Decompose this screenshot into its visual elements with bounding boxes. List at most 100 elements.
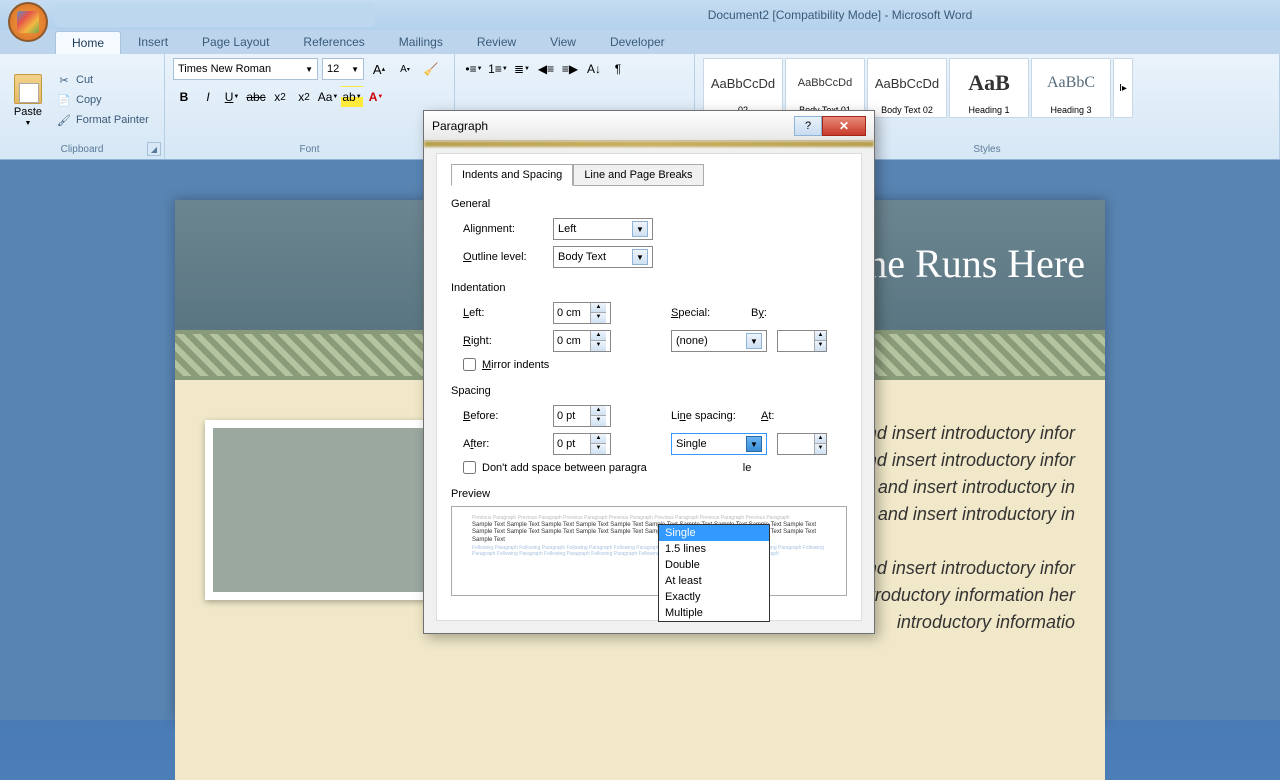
dialog-close-button[interactable]: ✕ [822,116,866,136]
spin-up-icon[interactable]: ▲ [590,331,606,341]
section-indentation: Indentation Left: ▲▼ Special: By: Right:… [451,282,847,371]
italic-button[interactable]: I [197,86,219,108]
underline-button[interactable]: U▼ [221,86,243,108]
special-combo[interactable]: (none)▼ [671,330,767,352]
spin-down-icon[interactable]: ▼ [590,313,606,323]
dropdown-option[interactable]: Double [659,557,769,573]
dropdown-option[interactable]: 1.5 lines [659,541,769,557]
dropdown-option[interactable]: At least [659,573,769,589]
subscript-button[interactable]: x2 [269,86,291,108]
copy-button[interactable]: 📄Copy [52,91,153,109]
bullets-button[interactable]: •≡▼ [463,58,485,80]
tab-indents-spacing[interactable]: Indents and Spacing [451,164,573,186]
font-color-button[interactable]: A▼ [365,86,387,108]
style-item-more[interactable]: I▸ [1113,58,1133,118]
before-value[interactable] [554,410,590,422]
increase-indent-button[interactable]: ≡▶ [559,58,581,80]
right-indent-value[interactable] [554,335,590,347]
cut-label: Cut [76,74,93,86]
tab-home[interactable]: Home [55,31,121,54]
at-spinner[interactable]: ▲▼ [777,433,827,455]
mirror-indents-check[interactable]: Mirror indents [451,358,847,371]
paste-button[interactable]: Paste ▼ [8,72,48,129]
font-name-value: Times New Roman [178,63,271,75]
clear-format-button[interactable]: 🧹 [420,58,442,80]
preview-box: Previous Paragraph Previous Paragraph Pr… [451,506,847,596]
format-painter-button[interactable]: 🖌Format Painter [52,111,153,129]
group-font: Times New Roman▼ 12▼ A▴ A▾ 🧹 B I U▼ abc … [165,54,455,159]
decrease-indent-button[interactable]: ◀≡ [535,58,557,80]
spin-up-icon[interactable]: ▲ [814,331,826,341]
tab-page-layout[interactable]: Page Layout [185,30,286,54]
grow-font-button[interactable]: A▴ [368,58,390,80]
spin-down-icon[interactable]: ▼ [590,416,606,426]
left-photo-placeholder [205,420,455,600]
left-indent-spinner[interactable]: ▲▼ [553,302,611,324]
style-item[interactable]: AaBHeading 1 [949,58,1029,118]
tab-references[interactable]: References [286,30,381,54]
paste-icon [14,74,42,104]
by-value[interactable] [778,335,814,347]
office-button[interactable] [8,2,48,42]
clipboard-dialog-launcher[interactable]: ◢ [147,142,161,156]
at-value[interactable] [778,438,814,450]
tab-view[interactable]: View [533,30,593,54]
after-spinner[interactable]: ▲▼ [553,433,611,455]
numbering-button[interactable]: 1≡▼ [487,58,509,80]
font-size-combo[interactable]: 12▼ [322,58,364,80]
spin-up-icon[interactable]: ▲ [590,434,606,444]
alignment-combo[interactable]: Left▼ [553,218,653,240]
spin-up-icon[interactable]: ▲ [590,406,606,416]
tab-review[interactable]: Review [460,30,533,54]
line-spacing-combo[interactable]: Single▼ [671,433,767,455]
dialog-help-button[interactable]: ? [794,116,822,136]
dropdown-option[interactable]: Single [659,525,769,541]
dropdown-option[interactable]: Exactly [659,589,769,605]
change-case-button[interactable]: Aa▼ [317,86,339,108]
section-spacing: Spacing Before: ▲▼ Line spacing: At: Aft… [451,385,847,474]
before-label: Before: [463,410,543,422]
multilevel-button[interactable]: ≣▼ [511,58,533,80]
tab-mailings[interactable]: Mailings [382,30,460,54]
outline-combo[interactable]: Body Text▼ [553,246,653,268]
spin-down-icon[interactable]: ▼ [590,341,606,351]
tab-developer[interactable]: Developer [593,30,682,54]
ribbon-tabs: Home Insert Page Layout References Maili… [0,30,1280,54]
dont-add-checkbox[interactable] [463,461,476,474]
cut-button[interactable]: ✂Cut [52,71,153,89]
spin-down-icon[interactable]: ▼ [814,444,826,454]
show-marks-button[interactable]: ¶ [607,58,629,80]
shrink-font-button[interactable]: A▾ [394,58,416,80]
spin-up-icon[interactable]: ▲ [590,303,606,313]
dialog-titlebar[interactable]: Paragraph ? ✕ [424,111,874,141]
bold-button[interactable]: B [173,86,195,108]
superscript-button[interactable]: x2 [293,86,315,108]
after-value[interactable] [554,438,590,450]
by-spinner[interactable]: ▲▼ [777,330,827,352]
left-indent-value[interactable] [554,307,590,319]
chevron-down-icon: ▼ [632,249,648,265]
line-spacing-dropdown[interactable]: Single 1.5 lines Double At least Exactly… [658,524,770,622]
tab-line-breaks[interactable]: Line and Page Breaks [573,164,703,186]
style-item[interactable]: AaBbCcDdBody Text 02 [867,58,947,118]
style-item[interactable]: AaBbCcDd02 [703,58,783,118]
spin-down-icon[interactable]: ▼ [590,444,606,454]
spin-up-icon[interactable]: ▲ [814,434,826,444]
style-item[interactable]: AaBbCHeading 3 [1031,58,1111,118]
sort-button[interactable]: A↓ [583,58,605,80]
dont-add-space-check[interactable]: Don't add space between paragra le [451,461,847,474]
indentation-title: Indentation [451,282,847,294]
tab-insert[interactable]: Insert [121,30,185,54]
copy-label: Copy [76,94,102,106]
highlight-button[interactable]: ab▼ [341,86,363,108]
chevron-down-icon: ▼ [632,221,648,237]
spin-down-icon[interactable]: ▼ [814,341,826,351]
right-indent-spinner[interactable]: ▲▼ [553,330,611,352]
before-spinner[interactable]: ▲▼ [553,405,611,427]
dropdown-option[interactable]: Multiple [659,605,769,621]
strike-button[interactable]: abc [245,86,267,108]
style-item[interactable]: AaBbCcDdBody Text 01 [785,58,865,118]
font-name-combo[interactable]: Times New Roman▼ [173,58,318,80]
mirror-checkbox[interactable] [463,358,476,371]
by-label: By: [751,307,791,319]
